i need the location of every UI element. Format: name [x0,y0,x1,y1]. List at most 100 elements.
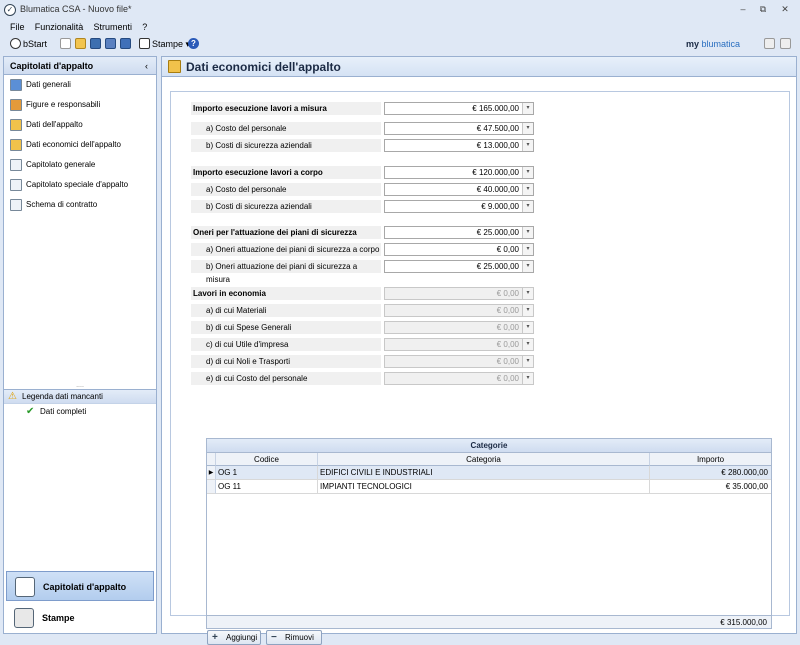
sidebar-header: Capitolati d'appalto ‹ [4,57,156,75]
sidebar-item-dati-economici[interactable]: Dati economici dell'appalto [4,135,156,155]
field-label: e) di cui Costo del personale [191,372,381,385]
print-icon[interactable] [139,38,150,49]
amount-spin-field[interactable]: € 165.000,00 ▾ [384,102,534,115]
dropdown-arrow-icon[interactable]: ▾ [522,103,533,114]
dropdown-arrow-icon: ▾ [522,339,533,350]
bstart-icon[interactable] [10,38,21,49]
amount-spin-field: € 0,00 ▾ [384,355,534,368]
dropdown-arrow-icon: ▾ [522,356,533,367]
grid-cell-categoria[interactable]: EDIFICI CIVILI E INDUSTRIALI [318,466,650,480]
amount-spin-field[interactable]: € 25.000,00 ▾ [384,226,534,239]
grid-cell-codice[interactable]: OG 11 [216,480,318,494]
legend-title: Legenda dati mancanti [22,392,103,401]
grid-header-selector [207,453,216,466]
grid-cell-codice[interactable]: OG 1 [216,466,318,480]
nav-button-label: Capitolati d'appalto [43,582,127,592]
open-folder-icon[interactable] [75,38,86,49]
bstart-button[interactable]: bStart [23,37,47,51]
menu-strumenti[interactable]: Strumenti [90,20,137,34]
warning-icon: ⚠ [8,391,17,402]
sidebar-item-dati-appalto[interactable]: Dati dell'appalto [4,115,156,135]
app-icon: ✓ [4,4,16,16]
dropdown-arrow-icon[interactable]: ▾ [522,123,533,134]
amount-value: € 165.000,00 [472,104,519,113]
section-label: Lavori in economia [191,287,381,300]
minimize-button[interactable]: – [736,3,750,15]
stampe-menu-button[interactable]: Stampe ▾ [152,37,190,51]
menu-funzionalita[interactable]: Funzionalità [31,20,88,34]
close-button[interactable]: ✕ [778,3,792,15]
amount-spin-field[interactable]: € 13.000,00 ▾ [384,139,534,152]
grid-cell-categoria[interactable]: IMPIANTI TECNOLOGICI [318,480,650,494]
rimuovi-button[interactable]: − Rimuovi [266,630,322,645]
field-label: a) Costo del personale [191,183,381,196]
collapse-chevron-icon[interactable]: ‹ [145,57,148,75]
sidebar-item-capitolato-speciale[interactable]: Capitolato speciale d'appalto [4,175,156,195]
grid-header-importo[interactable]: Importo [650,453,771,466]
money-document-icon [168,60,181,73]
field-label: a) Oneri attuazione dei piani di sicurez… [191,243,381,256]
amount-value: € 0,00 [496,323,519,332]
rimuovi-label: Rimuovi [285,633,314,642]
row-selector-arrow-icon[interactable]: ▶ [207,466,216,480]
amount-spin-field[interactable]: € 40.000,00 ▾ [384,183,534,196]
grid-total: € 315.000,00 [720,618,767,627]
sidebar-item-figure[interactable]: Figure e responsabili [4,95,156,115]
restore-button[interactable]: ⧉ [756,3,770,15]
amount-spin-field: € 0,00 ▾ [384,287,534,300]
row-selector[interactable] [207,480,216,494]
sidebar-item-label: Figure e responsabili [26,100,101,109]
field-label: b) di cui Spese Generali [191,321,381,334]
amount-spin-field[interactable]: € 120.000,00 ▾ [384,166,534,179]
help-icon[interactable]: ? [188,38,199,49]
settings-icon[interactable] [780,38,791,49]
sidebar-item-schema-contratto[interactable]: Schema di contratto [4,195,156,215]
dropdown-arrow-icon[interactable]: ▾ [522,244,533,255]
amount-value: € 40.000,00 [476,185,519,194]
sidebar-item-label: Dati dell'appalto [26,120,83,129]
dropdown-arrow-icon[interactable]: ▾ [522,140,533,151]
amount-spin-field[interactable]: € 25.000,00 ▾ [384,260,534,273]
sidebar-item-label: Capitolato generale [26,160,96,169]
amount-spin-field[interactable]: € 9.000,00 ▾ [384,200,534,213]
grid-header-categoria[interactable]: Categoria [318,453,650,466]
amount-spin-field: € 0,00 ▾ [384,372,534,385]
amount-spin-field[interactable]: € 47.500,00 ▾ [384,122,534,135]
money-document-icon [10,139,22,151]
menu-help[interactable]: ? [138,20,151,34]
amount-value: € 0,00 [496,374,519,383]
sidebar-item-dati-generali[interactable]: Dati generali [4,75,156,95]
dropdown-arrow-icon[interactable]: ▾ [522,227,533,238]
page-icon [10,199,22,211]
page-title: Dati economici dell'appalto [186,60,341,74]
amount-value: € 25.000,00 [476,228,519,237]
sidebar-item-capitolato-generale[interactable]: Capitolato generale [4,155,156,175]
grid-cell-importo[interactable]: € 35.000,00 [650,480,771,494]
notification-icon[interactable] [764,38,775,49]
legend-item: ✔ Dati completi [4,404,156,420]
save-as-icon[interactable] [120,38,131,49]
categorie-grid: Categorie Codice Categoria Importo ▶ OG … [206,438,772,629]
grid-cell-importo[interactable]: € 280.000,00 [650,466,771,480]
dropdown-arrow-icon[interactable]: ▾ [522,184,533,195]
menu-file[interactable]: File [0,20,29,34]
amount-value: € 9.000,00 [481,202,519,211]
sidebar-item-label: Dati generali [26,80,71,89]
nav-button-stampe[interactable]: Stampe [6,603,154,633]
legend-item-label: Dati completi [40,407,87,416]
new-file-icon[interactable] [60,38,71,49]
grid-header-codice[interactable]: Codice [216,453,318,466]
people-icon [10,99,22,111]
section-label: Importo esecuzione lavori a misura [191,102,381,115]
field-label: a) Costo del personale [191,122,381,135]
dropdown-arrow-icon[interactable]: ▾ [522,167,533,178]
amount-spin-field[interactable]: € 0,00 ▾ [384,243,534,256]
save-icon[interactable] [90,38,101,49]
aggiungi-button[interactable]: + Aggiungi [207,630,261,645]
dropdown-arrow-icon[interactable]: ▾ [522,201,533,212]
page-icon [10,159,22,171]
blumatica-logo: my blumatica [686,37,740,51]
nav-button-capitolati[interactable]: Capitolati d'appalto [6,571,154,601]
dropdown-arrow-icon[interactable]: ▾ [522,261,533,272]
save-all-icon[interactable] [105,38,116,49]
